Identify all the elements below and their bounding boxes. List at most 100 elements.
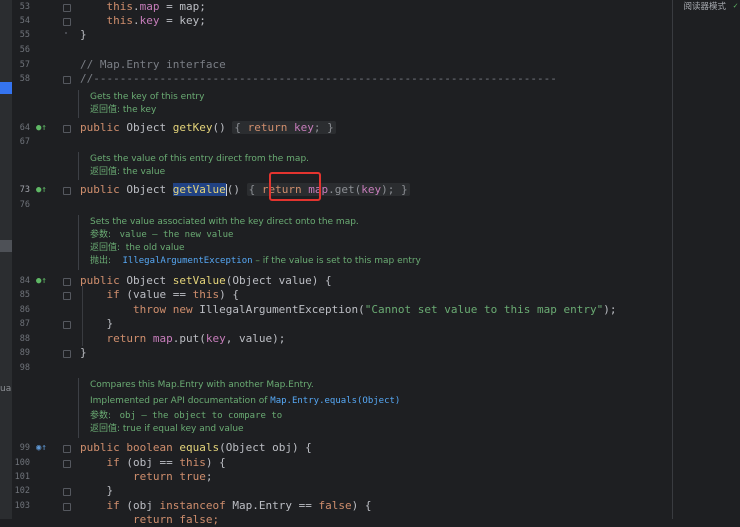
code-line[interactable]: return map.put(key, value); [80,332,286,346]
code-token: if [106,288,120,301]
line-number: 54 [19,16,30,26]
doc-getvalue-summary: Gets the value of this entry direct from… [90,154,310,164]
exception-link[interactable]: IllegalArgumentException [123,256,253,266]
code-token: ) { [205,456,226,469]
code-line[interactable]: public Object getKey() { return key; } [80,121,336,135]
code-token: public boolean [80,441,180,454]
doc-equals-impl: Implemented per API documentation of Map… [90,395,400,408]
code-token: public [80,121,127,134]
doc-param-label: 参数: [90,411,112,421]
code-line[interactable]: // Map.Entry interface [80,58,226,72]
doc-block-setvalue: Sets the value associated with the key d… [78,215,421,270]
doc-block-getkey: Gets the key of this entry 返回值: the key [78,90,204,118]
overrides-method-icon[interactable]: ◉↑ [36,441,47,455]
code-token: public [80,274,127,287]
code-line[interactable]: throw new IllegalArgumentException("Cann… [80,303,616,317]
code-token: // Map.Entry interface [80,58,226,71]
highlight-annotation-box [269,172,321,201]
map-entry-equals-link[interactable]: Map.Entry.equals(Object) [270,396,400,406]
code-token: equals [179,441,220,454]
code-token: (value == [119,288,193,301]
doc-param-value: value – the new value [119,230,234,240]
code-token: = key; [159,14,206,27]
code-line[interactable]: } [80,28,87,42]
line-number: 103 [14,501,30,511]
implements-method-icon[interactable]: ●↑ [36,183,47,197]
fold-toggle-icon[interactable] [65,32,67,34]
line-number-gutter[interactable]: 53 54 55 56 57 58 64 ●↑ 67 73 ●↑ 76 84 ●↑ 85 86 87 88 89 98… [12,0,71,519]
code-editor[interactable]: Gets the key of this entry 返回值: the key … [68,0,672,526]
doc-return-value: the old value [125,243,185,253]
code-line[interactable]: this.map = map; [80,0,206,14]
code-line[interactable]: this.key = key; [80,14,206,28]
code-token: getKey [172,121,213,134]
code-token: map [152,332,173,345]
code-token: this [179,456,206,469]
code-token: Object [126,183,173,196]
code-token: (Object value) { [225,274,332,287]
code-token: public [80,183,127,196]
implements-method-icon[interactable]: ●↑ [36,274,47,288]
strip-gray-marker [0,240,12,252]
doc-block-getvalue: Gets the value of this entry direct from… [78,152,309,180]
code-token: return false; [132,513,220,526]
code-line[interactable]: if (obj instanceof Map.Entry == false) { [80,499,372,513]
line-number: 100 [14,458,30,468]
line-number: 56 [19,45,30,55]
line-number: 76 [19,200,30,210]
code-token: . [133,0,140,13]
code-line[interactable]: //--------------------------------------… [80,72,557,86]
doc-setvalue-summary: Sets the value associated with the key d… [90,217,359,227]
line-number: 85 [19,290,30,300]
code-line[interactable]: public Object setValue(Object value) { [80,274,332,288]
code-line[interactable]: public Object getValue() { return map.ge… [80,183,410,197]
folded-method-body[interactable]: { return key; } [232,121,336,134]
code-line[interactable]: } [80,346,87,360]
code-line[interactable]: public boolean equals(Object obj) { [80,441,312,455]
code-token: setValue [172,274,226,287]
code-token: , value); [225,332,286,345]
code-line[interactable]: if (value == this) { [80,288,239,302]
line-number: 53 [19,2,30,12]
code-token: //--------------------------------------… [80,72,557,85]
doc-setvalue-throws: 抛出: IllegalArgumentException – if the va… [90,255,421,268]
code-token: Object [126,121,173,134]
editor-right-panel: 阅读器模式 ✓ [673,0,740,519]
selected-method-name: getValue [172,183,226,196]
line-number: 98 [19,363,30,373]
code-token: if [106,456,120,469]
code-token: ) { [351,499,372,512]
inspection-check-icon[interactable]: ✓ [733,1,738,10]
doc-equals-param: 参数: obj – the object to compare to [90,410,282,423]
code-line[interactable]: } [80,484,113,498]
code-token: } [80,484,114,497]
code-token: this [106,0,134,13]
code-line[interactable]: return true; [80,470,212,484]
code-token: } [80,317,114,330]
code-line[interactable]: } [80,317,113,331]
doc-getvalue-return: 返回值: the value [90,167,166,177]
code-token: map [139,0,160,13]
code-token: . [133,14,140,27]
code-token: if [106,499,120,512]
line-number: 58 [19,74,30,84]
line-number: 55 [19,30,30,40]
code-token: Object [126,274,173,287]
code-token: instanceof [159,499,226,512]
code-line[interactable]: if (obj == this) { [80,456,226,470]
implements-method-icon[interactable]: ●↑ [36,121,47,135]
code-token: IllegalArgumentException( [192,303,365,316]
line-number: 102 [14,486,30,496]
reader-mode-toggle[interactable]: 阅读器模式 [683,0,726,12]
doc-param-label: 参数: [90,230,112,240]
code-token: key [139,14,160,27]
code-line[interactable]: return false; [80,513,219,527]
doc-getkey-return: 返回值: the key [90,105,157,115]
